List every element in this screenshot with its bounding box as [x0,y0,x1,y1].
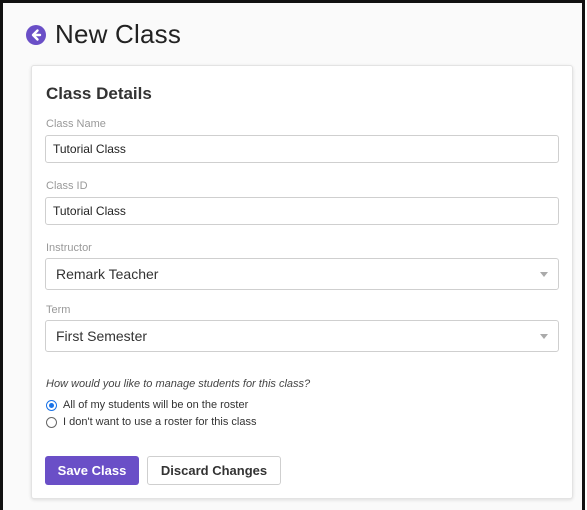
roster-option-label: I don't want to use a roster for this cl… [63,416,257,428]
page-header: New Class [25,19,181,50]
class-name-label: Class Name [46,118,106,130]
class-id-input[interactable] [45,197,559,225]
instructor-label: Instructor [46,242,92,254]
roster-option-label: All of my students will be on the roster [63,399,249,411]
discard-changes-button[interactable]: Discard Changes [147,456,281,485]
page-title: New Class [55,19,182,49]
radio-button[interactable] [46,416,57,428]
save-class-button[interactable]: Save Class [45,456,139,485]
instructor-select[interactable]: Remark Teacher [45,258,559,290]
roster-question: How would you like to manage students fo… [46,378,311,390]
chevron-down-icon [540,334,548,339]
class-name-input[interactable] [45,135,559,163]
window-frame: New Class Class Details Class Name Class… [0,0,585,510]
circle-arrow-left-icon[interactable] [25,24,47,46]
term-label: Term [46,304,71,316]
roster-option-none[interactable]: I don't want to use a roster for this cl… [46,416,256,428]
class-id-label: Class ID [46,180,88,192]
term-select[interactable]: First Semester [45,320,559,352]
radio-button-selected[interactable] [46,399,57,411]
term-value: First Semester [56,328,148,344]
instructor-value: Remark Teacher [56,266,159,282]
chevron-down-icon [540,272,548,277]
class-details-card: Class Details Class Name Class ID Instru… [31,65,573,499]
roster-option-all[interactable]: All of my students will be on the roster [46,399,248,411]
card-title: Class Details [46,84,152,103]
